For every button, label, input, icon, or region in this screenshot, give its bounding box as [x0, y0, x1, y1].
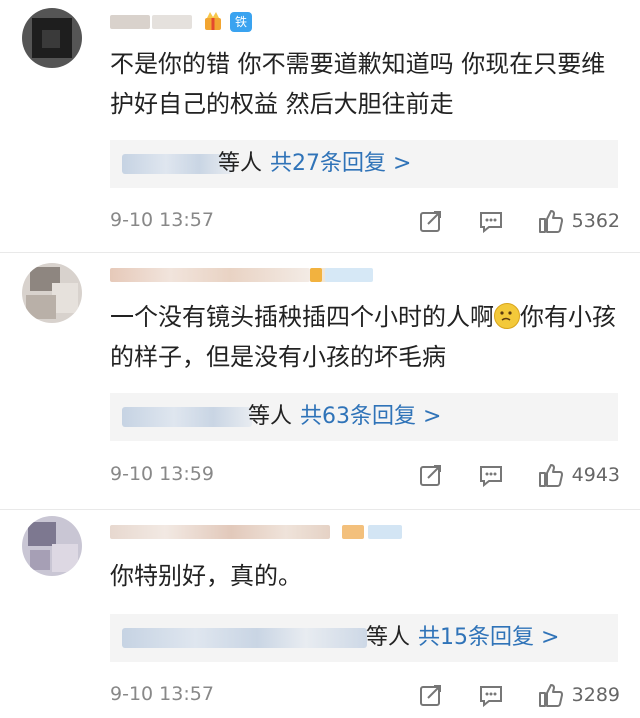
reply-suffix: 等人 [248, 404, 293, 429]
reply-count[interactable]: 共27条回复 > [270, 151, 411, 176]
action-bar: 5362 [384, 206, 620, 236]
timestamp: 9-10 13:57 [110, 683, 214, 705]
reply-link[interactable]: 等人 共15条回复 > [366, 624, 559, 652]
thumbs-up-icon[interactable] [538, 208, 564, 234]
replier-names-blurred [122, 154, 232, 174]
badge-blurred [368, 525, 402, 539]
share-square-icon[interactable] [418, 462, 444, 488]
thumbs-up-icon[interactable] [538, 682, 564, 708]
username-blurred[interactable] [152, 15, 192, 29]
badge-blurred [342, 525, 364, 539]
action-bar: 3289 [384, 680, 620, 710]
comment-item-1: 铁粉 不是你的错 你不需要道歉知道吗 你现在只要维护好自己的权益 然后大胆往前走… [0, 0, 640, 253]
avatar[interactable] [22, 516, 82, 576]
gift-crown-icon [205, 12, 221, 30]
comment-dots-icon[interactable] [478, 208, 504, 234]
avatar[interactable] [22, 8, 82, 68]
username-blurred[interactable] [110, 15, 150, 29]
reply-link[interactable]: 等人 共27条回复 > [218, 150, 411, 178]
reply-summary[interactable]: 等人 共63条回复 > [110, 393, 618, 441]
reply-summary[interactable]: 等人 共15条回复 > [110, 614, 618, 662]
badge-blurred [325, 268, 373, 282]
username-blurred[interactable] [110, 525, 330, 539]
like-count: 5362 [571, 210, 620, 232]
reply-summary[interactable]: 等人 共27条回复 > [110, 140, 618, 188]
reply-link[interactable]: 等人 共63条回复 > [248, 403, 441, 431]
thumbs-up-icon[interactable] [538, 462, 564, 488]
action-bar: 4943 [384, 460, 620, 490]
timestamp: 9-10 13:59 [110, 463, 214, 485]
username-blurred[interactable] [110, 268, 310, 282]
reply-suffix: 等人 [218, 151, 263, 176]
replier-names-blurred [122, 628, 367, 648]
worried-face-emoji [494, 303, 520, 329]
comment-dots-icon[interactable] [478, 462, 504, 488]
comment-text: 一个没有镜头插秧插四个小时的人啊 你有小孩的样子，但是没有小孩的坏毛病 [110, 297, 620, 377]
comment-text: 你特别好，真的。 [110, 562, 302, 590]
badge-blurred [310, 268, 322, 282]
reply-suffix: 等人 [366, 625, 411, 650]
comment-text-part-1: 一个没有镜头插秧插四个小时的人啊 [110, 303, 494, 331]
fan-badge: 铁粉 [230, 12, 253, 49]
like-count: 4943 [571, 464, 620, 486]
share-square-icon[interactable] [418, 208, 444, 234]
share-square-icon[interactable] [418, 682, 444, 708]
replier-names-blurred [122, 407, 252, 427]
avatar[interactable] [22, 263, 82, 323]
comment-item-3: 你特别好，真的。 等人 共15条回复 > 9-10 13:57 3289 [0, 510, 640, 718]
reply-count[interactable]: 共63条回复 > [300, 404, 441, 429]
comment-dots-icon[interactable] [478, 682, 504, 708]
reply-count[interactable]: 共15条回复 > [418, 625, 559, 650]
comment-text: 不是你的错 你不需要道歉知道吗 你现在只要维护好自己的权益 然后大胆往前走 [110, 50, 606, 118]
comment-item-2: 一个没有镜头插秧插四个小时的人啊 你有小孩的样子，但是没有小孩的坏毛病 等人 共63… [0, 253, 640, 510]
like-count: 3289 [571, 684, 620, 706]
timestamp: 9-10 13:57 [110, 209, 214, 231]
